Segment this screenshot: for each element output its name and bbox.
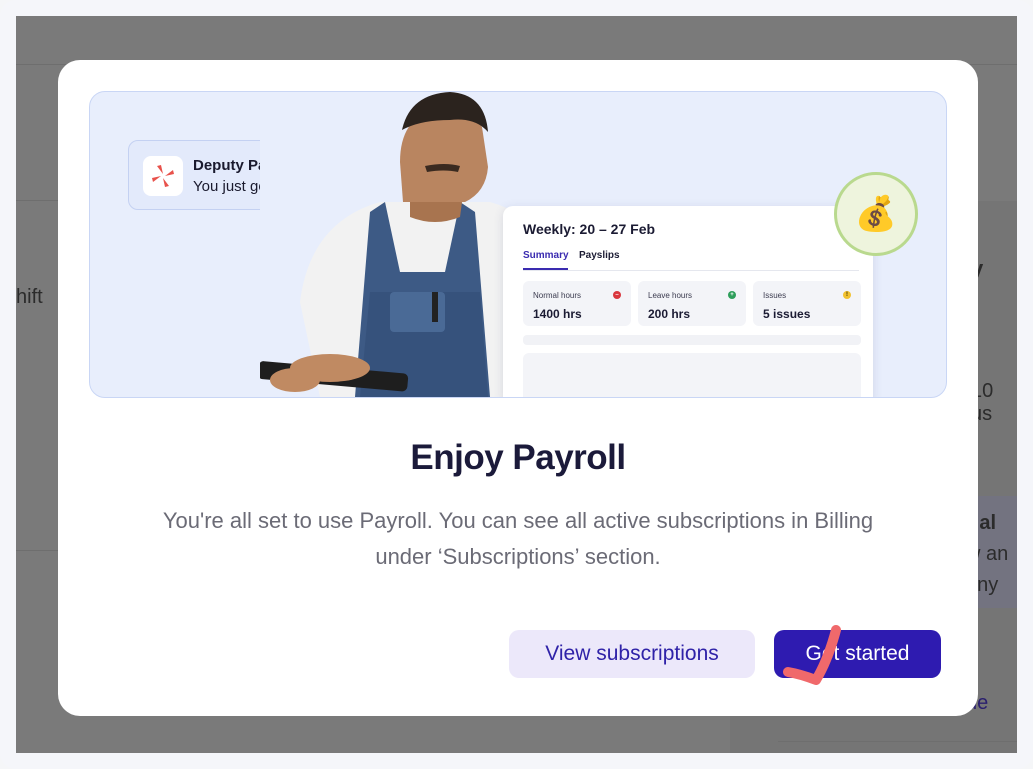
tab-summary: Summary — [523, 250, 569, 261]
placeholder-bar — [523, 335, 861, 345]
money-bag-icon: 💰 — [834, 172, 918, 256]
stat-label: Issues — [763, 291, 787, 300]
stat-leave-hours: Leave hours 200 hrs + — [638, 281, 746, 326]
screenshot-frame: hift y 10 us rial w an any de — [0, 0, 1033, 769]
stat-value: 5 issues — [763, 307, 811, 321]
tabs-divider — [523, 270, 859, 271]
placeholder-box — [523, 353, 861, 397]
stat-issues: Issues 5 issues ! — [753, 281, 861, 326]
modal-description: You're all set to use Payroll. You can s… — [162, 508, 874, 569]
checkmark-annotation-icon — [783, 625, 841, 685]
payroll-modal: Deputy Payroll You just got paid 🎉 Weekl… — [58, 60, 978, 716]
hero-illustration: Deputy Payroll You just got paid 🎉 Weekl… — [89, 91, 947, 398]
tab-payslips: Payslips — [579, 250, 620, 261]
view-subscriptions-button[interactable]: View subscriptions — [509, 630, 755, 678]
stat-value: 200 hrs — [648, 307, 691, 321]
minus-circle-icon: – — [613, 291, 621, 299]
deputy-logo-icon — [143, 156, 183, 196]
card-title: Weekly: 20 – 27 Feb — [523, 221, 656, 237]
stat-label: Leave hours — [648, 291, 693, 300]
warning-icon: ! — [843, 291, 851, 299]
stat-normal-hours: Normal hours 1400 hrs – — [523, 281, 631, 326]
stat-label: Normal hours — [533, 291, 582, 300]
active-tab-indicator — [523, 268, 568, 270]
bg-shift-label: hift — [16, 286, 43, 308]
payroll-summary-card: Weekly: 20 – 27 Feb Summary Payslips Nor… — [503, 206, 873, 397]
stat-value: 1400 hrs — [533, 307, 582, 321]
modal-title: Enjoy Payroll — [410, 438, 626, 477]
plus-circle-icon: + — [728, 291, 736, 299]
bg-divider — [778, 741, 1017, 742]
